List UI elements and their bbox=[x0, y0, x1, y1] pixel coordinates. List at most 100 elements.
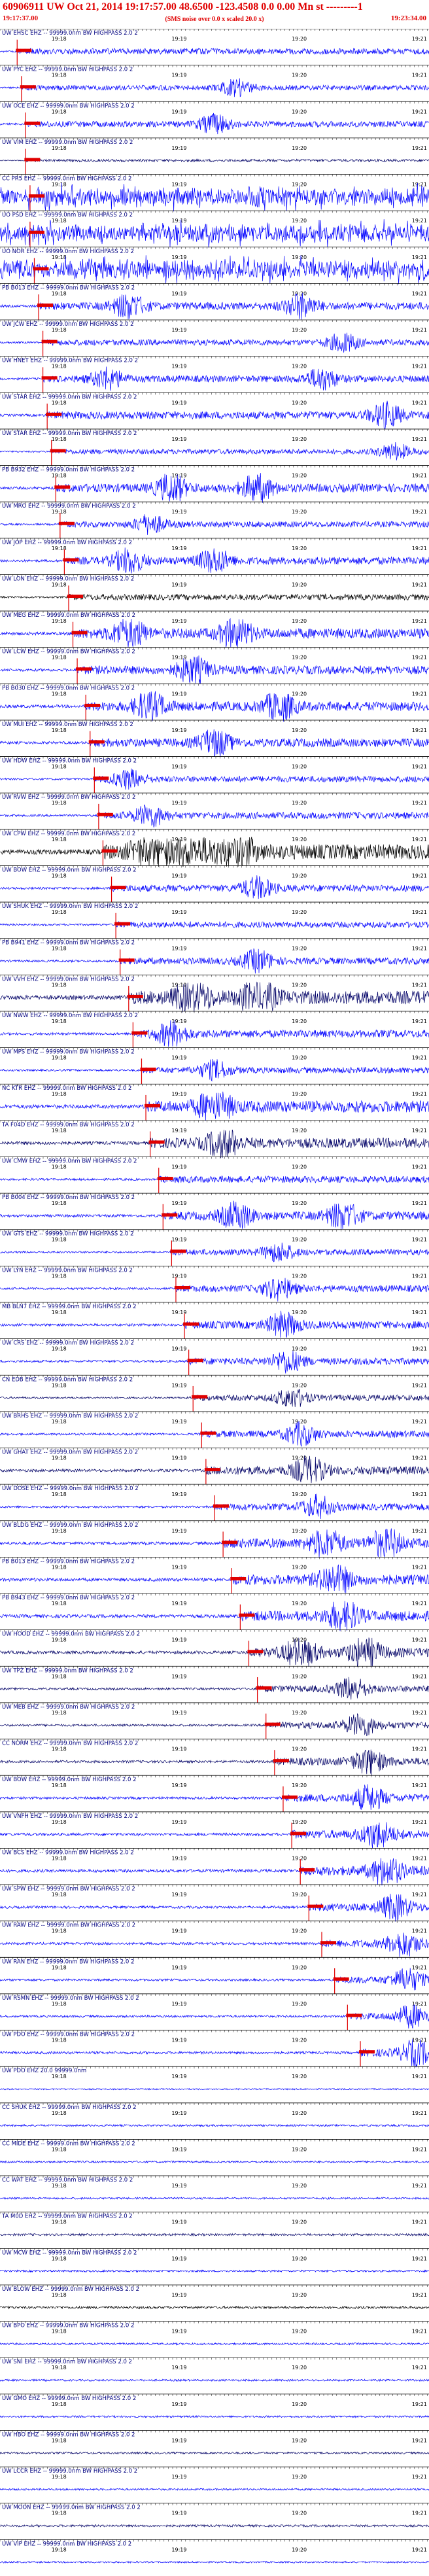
trace-row: UW HOOD EHZ -- 99999.0nm BW HIGHPASS 2.0… bbox=[0, 1629, 429, 1667]
time-tick-label: 19:18 bbox=[52, 1200, 67, 1206]
time-tick-label: 19:20 bbox=[292, 182, 307, 188]
waveform bbox=[0, 366, 429, 391]
time-tick-label: 19:20 bbox=[292, 764, 307, 770]
time-tick-label: 19:21 bbox=[412, 218, 427, 224]
trace-label: CC PR5 EHZ -- 99999.0nm BW HIGHPASS 2.0 … bbox=[2, 176, 131, 183]
time-tick-label: 19:20 bbox=[292, 109, 307, 114]
time-tick-label: 19:21 bbox=[412, 655, 427, 661]
time-tick-label: 19:18 bbox=[52, 1128, 67, 1134]
time-tick-label: 19:19 bbox=[171, 1128, 186, 1134]
pick-marker bbox=[20, 85, 36, 89]
time-tick-label: 19:20 bbox=[292, 1273, 307, 1279]
time-tick-label: 19:20 bbox=[292, 1055, 307, 1061]
time-tick-label: 19:18 bbox=[52, 655, 67, 661]
time-tick-label: 19:19 bbox=[171, 364, 186, 370]
pick-marker bbox=[33, 267, 49, 271]
time-tick-label: 19:21 bbox=[412, 800, 427, 806]
time-tick-label: 19:18 bbox=[52, 1346, 67, 1352]
trace-row: UW LON EHZ -- 99999.0nm BW HIGHPASS 2.0 … bbox=[0, 574, 429, 612]
trace-row: UW LCW EHZ -- 99999.0nm BW HIGHPASS 2.0 … bbox=[0, 647, 429, 684]
time-tick-label: 19:20 bbox=[292, 327, 307, 333]
trace-row: UW MPS EHZ -- 99999.0nm BW HIGHPASS 2.0 … bbox=[0, 1047, 429, 1085]
trace-row: UW GHAT EHZ -- 99999.0nm BW HIGHPASS 2.0… bbox=[0, 1448, 429, 1485]
time-tick-label: 19:20 bbox=[292, 218, 307, 224]
pick-marker bbox=[97, 812, 113, 816]
time-tick-label: 19:21 bbox=[412, 400, 427, 406]
waveform bbox=[0, 292, 429, 320]
time-tick-label: 19:18 bbox=[52, 400, 67, 406]
trace-row: NC KTR EHZ -- 99999.0nm BW HIGHPASS 2.0 … bbox=[0, 1083, 429, 1121]
time-tick-label: 19:19 bbox=[171, 655, 186, 661]
trace-row: UW CRS EHZ -- 99999.0nm BW HIGHPASS 2.0 … bbox=[0, 1338, 429, 1376]
trace-label: UW JOP EHZ -- 99999.0nm BW HIGHPASS 2.0 … bbox=[2, 540, 132, 546]
trace-label: UW JCW EHZ -- 99999.0nm BW HIGHPASS 2.0 … bbox=[2, 321, 134, 328]
waveform bbox=[0, 875, 429, 899]
trace-label: UW HDW EHZ -- 99999.0nm BW HIGHPASS 2.0 … bbox=[2, 758, 137, 765]
trace-label: UW CMW EHZ -- 99999.0nm BW HIGHPASS 2.0 … bbox=[2, 1158, 137, 1164]
trace-label: UW BRHS EHZ -- 99999.0nm BW HIGHPASS 2.0… bbox=[2, 1413, 138, 1419]
pick-marker bbox=[192, 1395, 208, 1399]
trace-label: MB BLN7 EHZ -- 99999.0nm BW HIGHPASS 2.0… bbox=[2, 1304, 137, 1310]
time-tick-label: 19:20 bbox=[292, 436, 307, 442]
time-tick-label: 19:19 bbox=[171, 909, 186, 915]
trace-label: PB B932 EHZ -- 99999.0nm BW HIGHPASS 2.0… bbox=[2, 467, 135, 474]
time-tick-label: 19:20 bbox=[292, 145, 307, 151]
trace-row: UW JOP EHZ -- 99999.0nm BW HIGHPASS 2.0 … bbox=[0, 538, 429, 575]
trace-label: NC KTR EHZ -- 99999.0nm BW HIGHPASS 2.0 … bbox=[2, 1085, 131, 1092]
time-tick-label: 19:19 bbox=[171, 1419, 186, 1425]
time-tick-label: 19:18 bbox=[52, 1564, 67, 1570]
pick-marker bbox=[63, 558, 79, 562]
time-tick-label: 19:19 bbox=[171, 764, 186, 770]
pick-marker bbox=[230, 1576, 247, 1580]
time-tick-label: 19:21 bbox=[412, 145, 427, 151]
time-tick-label: 19:20 bbox=[292, 1310, 307, 1315]
time-tick-label: 19:18 bbox=[52, 982, 67, 988]
trace-row: UW SHUK EHZ -- 99999.0nm BW HIGHPASS 2.0… bbox=[0, 901, 429, 939]
time-tick-label: 19:19 bbox=[171, 436, 186, 442]
trace-row: UW PYC EHZ -- 99999.0nm BW HIGHPASS 2.0 … bbox=[0, 65, 429, 102]
time-tick-label: 19:21 bbox=[412, 1091, 427, 1097]
trace-row: UW BLDG EHZ -- 99999.0nm BW HIGHPASS 2.0… bbox=[0, 1520, 429, 1558]
trace-row: UW VIM EHZ -- 99999.0nm BW HIGHPASS 2.0 … bbox=[0, 137, 429, 175]
time-tick-label: 19:21 bbox=[412, 290, 427, 296]
trace-row: UW TPZ EHZ -- 99999.0nm BW HIGHPASS 2.0 … bbox=[0, 1665, 429, 1703]
pick-marker bbox=[88, 740, 105, 744]
time-tick-label: 19:19 bbox=[171, 691, 186, 697]
trace-row: UW MEG EHZ -- 99999.0nm BW HIGHPASS 2.0 … bbox=[0, 610, 429, 648]
time-tick-label: 19:21 bbox=[412, 764, 427, 770]
time-tick-label: 19:20 bbox=[292, 691, 307, 697]
trace-row: MB BLN7 EHZ -- 99999.0nm BW HIGHPASS 2.0… bbox=[0, 1302, 429, 1339]
time-tick-label: 19:21 bbox=[412, 109, 427, 114]
trace-label: UW STAR EHZ -- 99999.0nm BW HIGHPASS 2.0… bbox=[2, 394, 137, 400]
time-tick-label: 19:19 bbox=[171, 1091, 186, 1097]
pick-marker bbox=[187, 1359, 203, 1363]
trace-label: UW HOOD EHZ -- 99999.0nm BW HIGHPASS 2.0… bbox=[2, 1631, 140, 1638]
waveform bbox=[0, 1388, 429, 1408]
time-tick-label: 19:21 bbox=[412, 1419, 427, 1425]
time-tick-label: 19:21 bbox=[412, 1164, 427, 1170]
pick-marker bbox=[24, 158, 41, 162]
time-tick-label: 19:18 bbox=[52, 327, 67, 333]
time-tick-label: 19:19 bbox=[171, 73, 186, 78]
time-tick-label: 19:21 bbox=[412, 327, 427, 333]
time-tick-label: 19:18 bbox=[52, 764, 67, 770]
trace-row: UW GTS EHZ -- 99999.0nm BW HIGHPASS 2.0 … bbox=[0, 1229, 429, 1266]
trace-row: PB B943 EHZ -- 99999.0nm BW HIGHPASS 2.0… bbox=[0, 1593, 429, 1631]
time-tick-label: 19:18 bbox=[52, 1382, 67, 1388]
time-tick-label: 19:18 bbox=[52, 1491, 67, 1497]
trace-label: UW LCW EHZ -- 99999.0nm BW HIGHPASS 2.0 … bbox=[2, 649, 135, 655]
trace-label: PB B943 EHZ -- 99999.0nm BW HIGHPASS 2.0… bbox=[2, 1595, 135, 1601]
time-tick-label: 19:18 bbox=[52, 909, 67, 915]
waveform bbox=[0, 593, 429, 601]
time-tick-label: 19:21 bbox=[412, 1055, 427, 1061]
trace-row: UW HNET EHZ -- 99999.0nm BW HIGHPASS 2.0… bbox=[0, 356, 429, 393]
time-tick-label: 19:19 bbox=[171, 182, 186, 188]
pick-marker bbox=[239, 1613, 255, 1617]
time-tick-label: 19:19 bbox=[171, 618, 186, 624]
trace-label: UW VVH EHZ -- 99999.0nm BW HIGHPASS 2.0 … bbox=[2, 976, 135, 983]
time-tick-label: 19:18 bbox=[52, 727, 67, 733]
time-tick-label: 19:21 bbox=[412, 509, 427, 515]
time-tick-label: 19:18 bbox=[52, 1455, 67, 1461]
pick-marker bbox=[67, 595, 83, 599]
time-tick-label: 19:18 bbox=[52, 436, 67, 442]
